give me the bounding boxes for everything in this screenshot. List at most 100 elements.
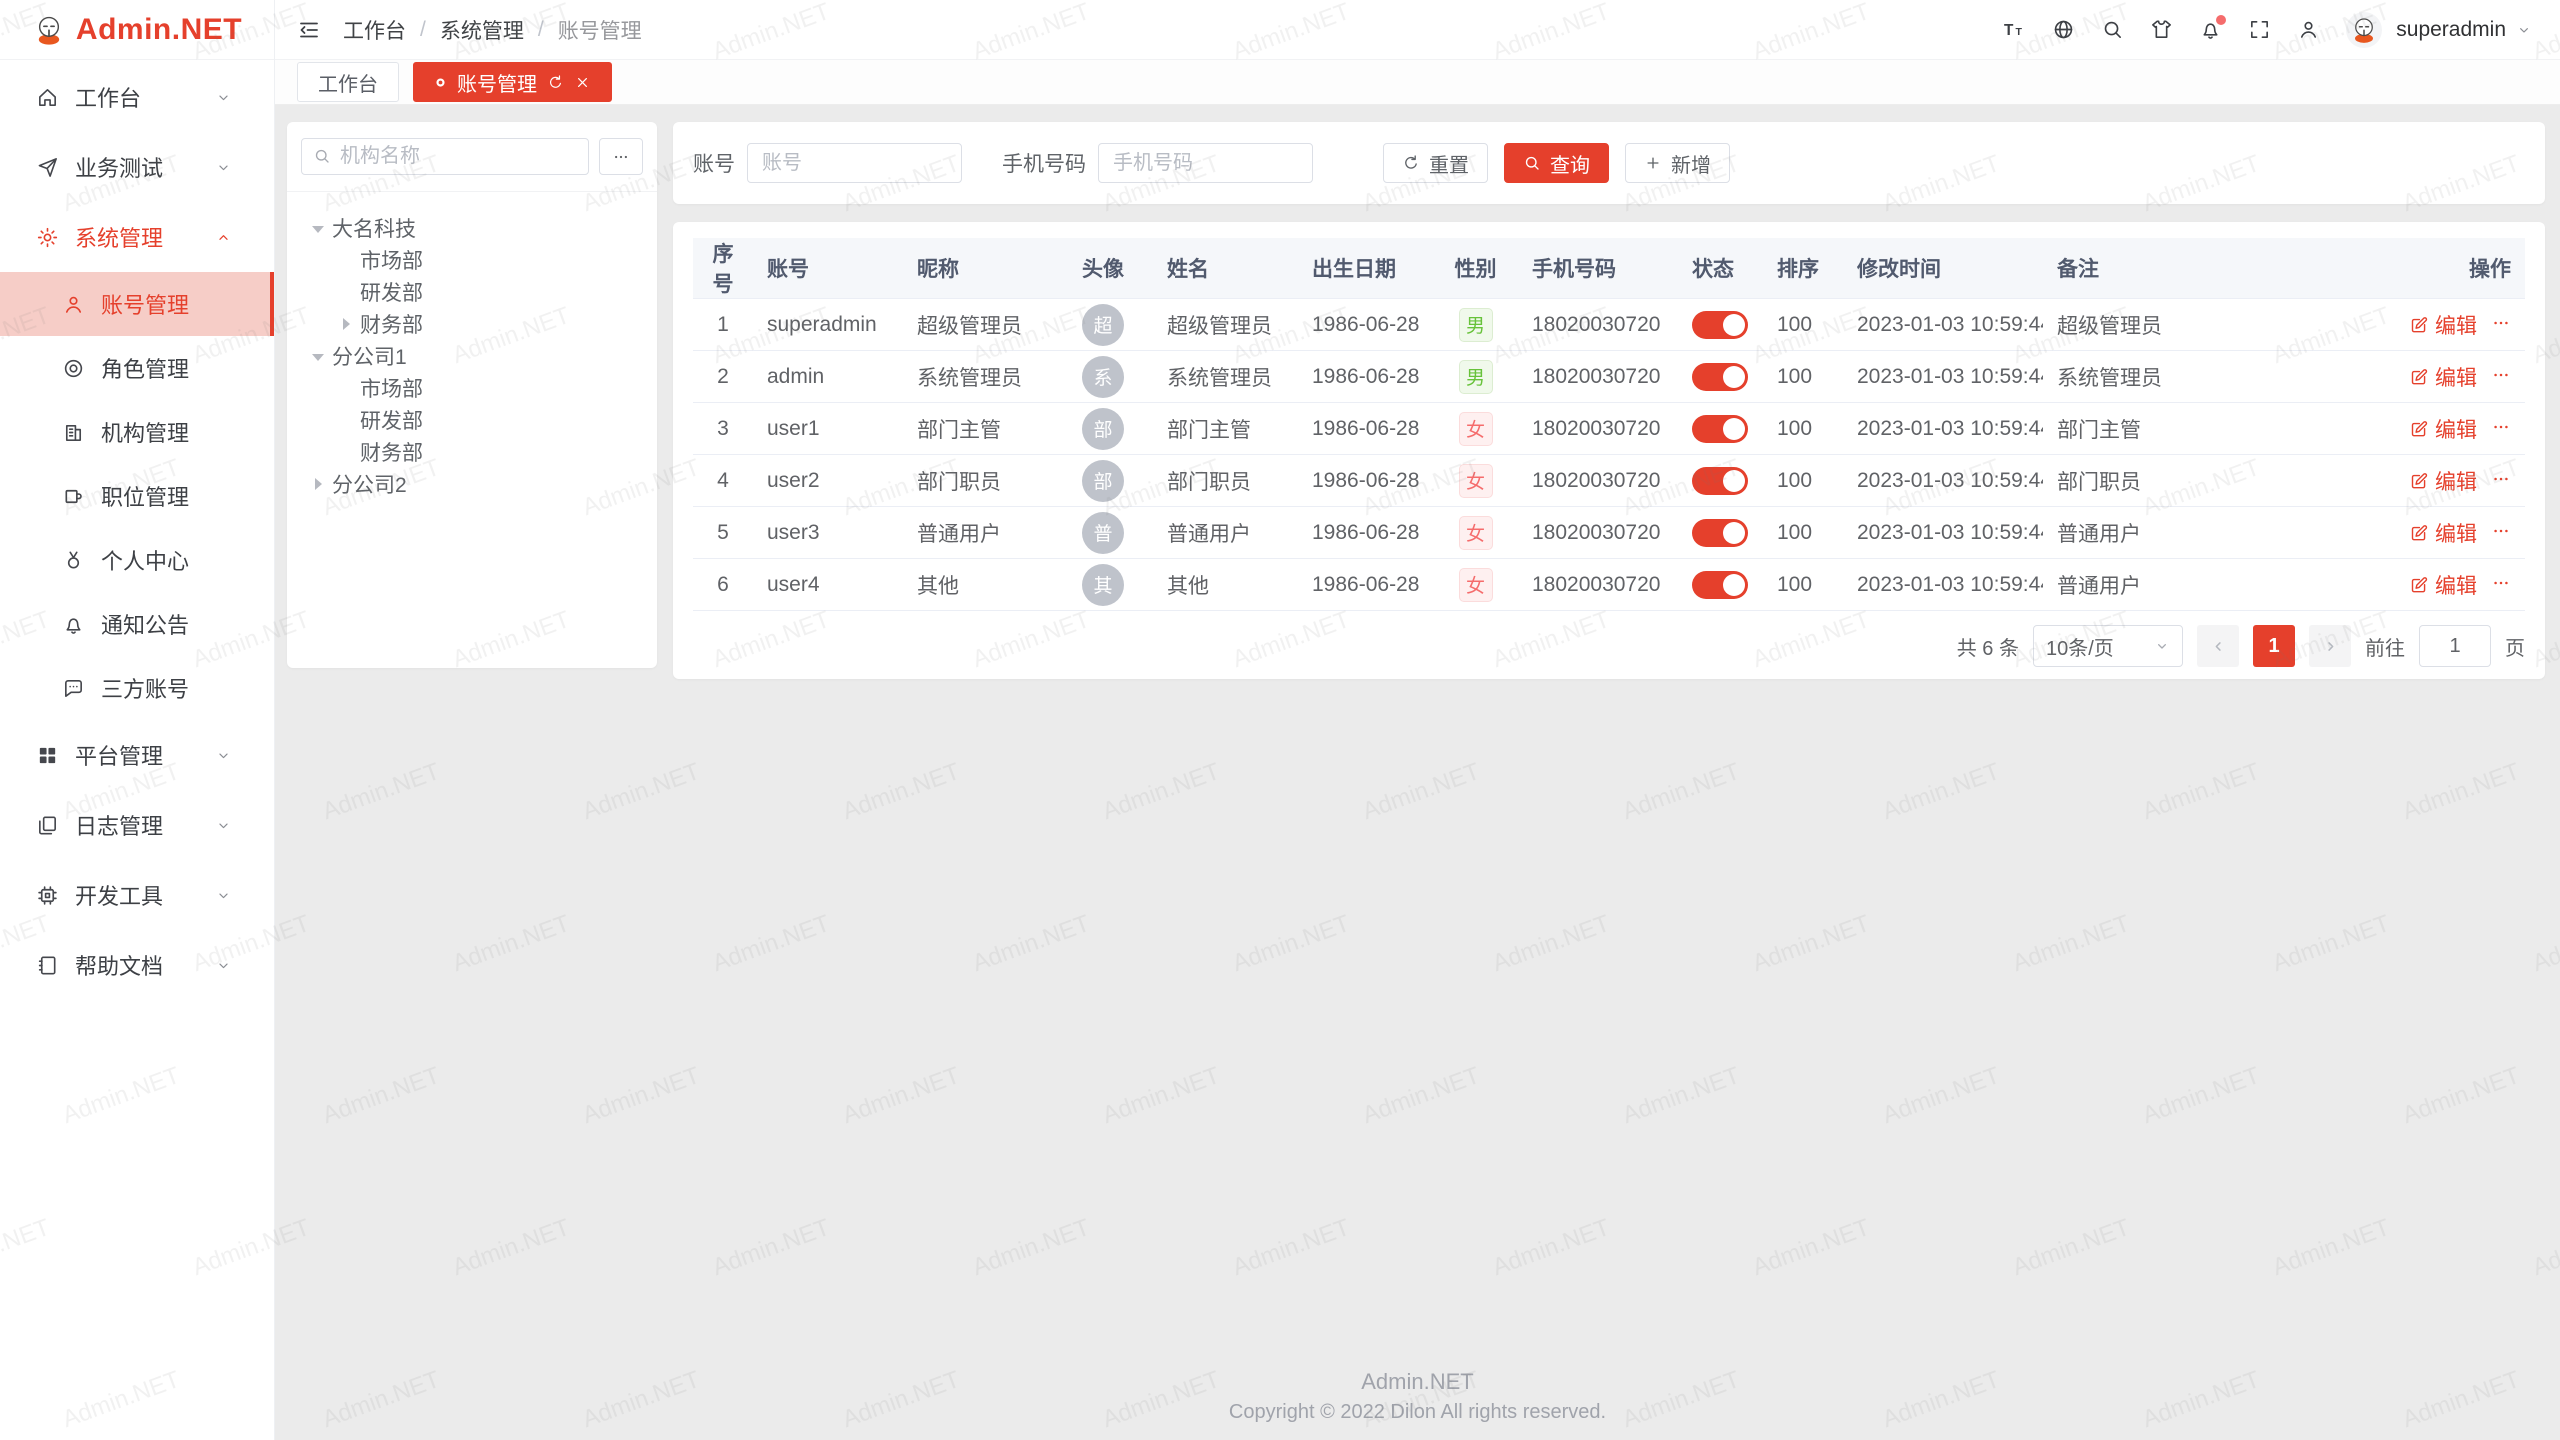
- row-more-button[interactable]: [2491, 469, 2511, 492]
- edit-button[interactable]: 编辑: [2409, 362, 2477, 392]
- more-icon: [612, 148, 630, 166]
- cell-status: [1678, 403, 1763, 455]
- tab-refresh-icon[interactable]: [547, 74, 564, 91]
- tab-close-icon[interactable]: [574, 74, 591, 91]
- cell-remark: 普通用户: [2043, 507, 2375, 559]
- chevron-down-icon[interactable]: [2516, 22, 2532, 38]
- sidebar-item-account-mgmt[interactable]: 账号管理: [0, 272, 274, 336]
- cell-actions: 编辑: [2375, 403, 2525, 455]
- tree-node[interactable]: 研发部: [287, 404, 657, 436]
- caret-right-icon[interactable]: [339, 317, 354, 332]
- cell-gender: 男: [1433, 351, 1518, 403]
- row-more-button[interactable]: [2491, 521, 2511, 544]
- tree-node-label: 分公司2: [332, 469, 407, 499]
- profile-icon[interactable]: [2297, 18, 2320, 41]
- goto-page-input[interactable]: [2419, 625, 2491, 667]
- tree-node[interactable]: 财务部: [287, 436, 657, 468]
- caret-down-icon[interactable]: [311, 349, 326, 364]
- page-size-value: 10条/页: [2046, 632, 2114, 661]
- sidebar-item-third-party-account[interactable]: 三方账号: [0, 656, 274, 720]
- cell-phone: 18020030720: [1518, 559, 1678, 611]
- language-icon[interactable]: [2052, 18, 2075, 41]
- status-toggle[interactable]: [1692, 311, 1748, 339]
- reset-button[interactable]: 重置: [1383, 143, 1488, 183]
- sidebar-item-log-mgmt[interactable]: 日志管理: [0, 790, 274, 860]
- sidebar-item-business-test[interactable]: 业务测试: [0, 132, 274, 202]
- edit-label: 编辑: [2435, 414, 2477, 444]
- cell-sort: 100: [1763, 507, 1843, 559]
- sidebar-item-workbench[interactable]: 工作台: [0, 62, 274, 132]
- status-toggle[interactable]: [1692, 519, 1748, 547]
- tree-node[interactable]: 市场部: [287, 244, 657, 276]
- status-toggle[interactable]: [1692, 415, 1748, 443]
- edit-button[interactable]: 编辑: [2409, 310, 2477, 340]
- tree-node[interactable]: 大名科技: [287, 212, 657, 244]
- page-size-select[interactable]: 10条/页: [2033, 625, 2183, 667]
- cell-actions: 编辑: [2375, 299, 2525, 351]
- breadcrumb-item[interactable]: 工作台: [343, 15, 406, 45]
- fullscreen-icon[interactable]: [2248, 18, 2271, 41]
- prev-page-button[interactable]: [2197, 625, 2239, 667]
- tree-node[interactable]: 分公司2: [287, 468, 657, 500]
- row-more-button[interactable]: [2491, 417, 2511, 440]
- sidebar-item-help-docs[interactable]: 帮助文档: [0, 930, 274, 1000]
- tree-node[interactable]: 市场部: [287, 372, 657, 404]
- breadcrumb-item[interactable]: 系统管理: [440, 15, 524, 45]
- sidebar-item-dev-tools[interactable]: 开发工具: [0, 860, 274, 930]
- org-search-input[interactable]: [301, 138, 589, 175]
- status-toggle[interactable]: [1692, 467, 1748, 495]
- column-header: 序号: [693, 238, 753, 299]
- table-row: 5user3普通用户普普通用户1986-06-28女18020030720100…: [693, 507, 2525, 559]
- phone-input[interactable]: [1098, 143, 1313, 183]
- sidebar-item-system-mgmt[interactable]: 系统管理: [0, 202, 274, 272]
- caret-down-icon[interactable]: [311, 221, 326, 236]
- cell-account: user3: [753, 507, 903, 559]
- row-more-button[interactable]: [2491, 365, 2511, 388]
- search-icon[interactable]: [2101, 18, 2124, 41]
- users-table-card: 序号账号昵称头像姓名出生日期性别手机号码状态排序修改时间备注操作 1supera…: [673, 222, 2545, 679]
- edit-button[interactable]: 编辑: [2409, 518, 2477, 548]
- tab-account-mgmt[interactable]: 账号管理: [413, 62, 612, 102]
- row-more-button[interactable]: [2491, 573, 2511, 596]
- sidebar-item-platform-mgmt[interactable]: 平台管理: [0, 720, 274, 790]
- user-icon: [62, 293, 85, 316]
- status-toggle[interactable]: [1692, 571, 1748, 599]
- sidebar-item-position-mgmt[interactable]: 职位管理: [0, 464, 274, 528]
- tree-node[interactable]: 研发部: [287, 276, 657, 308]
- sidebar-item-notice[interactable]: 通知公告: [0, 592, 274, 656]
- edit-button[interactable]: 编辑: [2409, 570, 2477, 600]
- tab-workbench[interactable]: 工作台: [297, 62, 399, 102]
- edit-button[interactable]: 编辑: [2409, 466, 2477, 496]
- bell-icon: [62, 613, 85, 636]
- org-more-button[interactable]: [599, 138, 643, 175]
- search-button[interactable]: 查询: [1504, 143, 1609, 183]
- notification-bell-icon[interactable]: [2199, 18, 2222, 41]
- tree-node[interactable]: 财务部: [287, 308, 657, 340]
- add-button[interactable]: 新增: [1625, 143, 1730, 183]
- edit-label: 编辑: [2435, 570, 2477, 600]
- page-number-current[interactable]: 1: [2253, 625, 2295, 667]
- font-size-icon[interactable]: TT: [2003, 18, 2026, 41]
- edit-button[interactable]: 编辑: [2409, 414, 2477, 444]
- collapse-sidebar-icon[interactable]: [297, 18, 321, 42]
- grid-icon: [36, 744, 59, 767]
- sidebar-item-org-mgmt[interactable]: 机构管理: [0, 400, 274, 464]
- tree-node[interactable]: 分公司1: [287, 340, 657, 372]
- sidebar-item-personal-center[interactable]: 个人中心: [0, 528, 274, 592]
- user-avatar[interactable]: [2346, 12, 2382, 48]
- next-page-button[interactable]: [2309, 625, 2351, 667]
- cell-remark: 普通用户: [2043, 559, 2375, 611]
- status-toggle[interactable]: [1692, 363, 1748, 391]
- edit-icon: [2409, 523, 2429, 543]
- sidebar-item-role-mgmt[interactable]: 角色管理: [0, 336, 274, 400]
- cell-gender: 女: [1433, 559, 1518, 611]
- cell-phone: 18020030720: [1518, 507, 1678, 559]
- cell-name: 系统管理员: [1153, 351, 1298, 403]
- row-more-button[interactable]: [2491, 313, 2511, 336]
- avatar: 部: [1082, 408, 1124, 450]
- username[interactable]: superadmin: [2396, 18, 2506, 42]
- breadcrumb-separator: /: [420, 18, 426, 42]
- account-input[interactable]: [747, 143, 962, 183]
- caret-right-icon[interactable]: [311, 477, 326, 492]
- theme-icon[interactable]: [2150, 18, 2173, 41]
